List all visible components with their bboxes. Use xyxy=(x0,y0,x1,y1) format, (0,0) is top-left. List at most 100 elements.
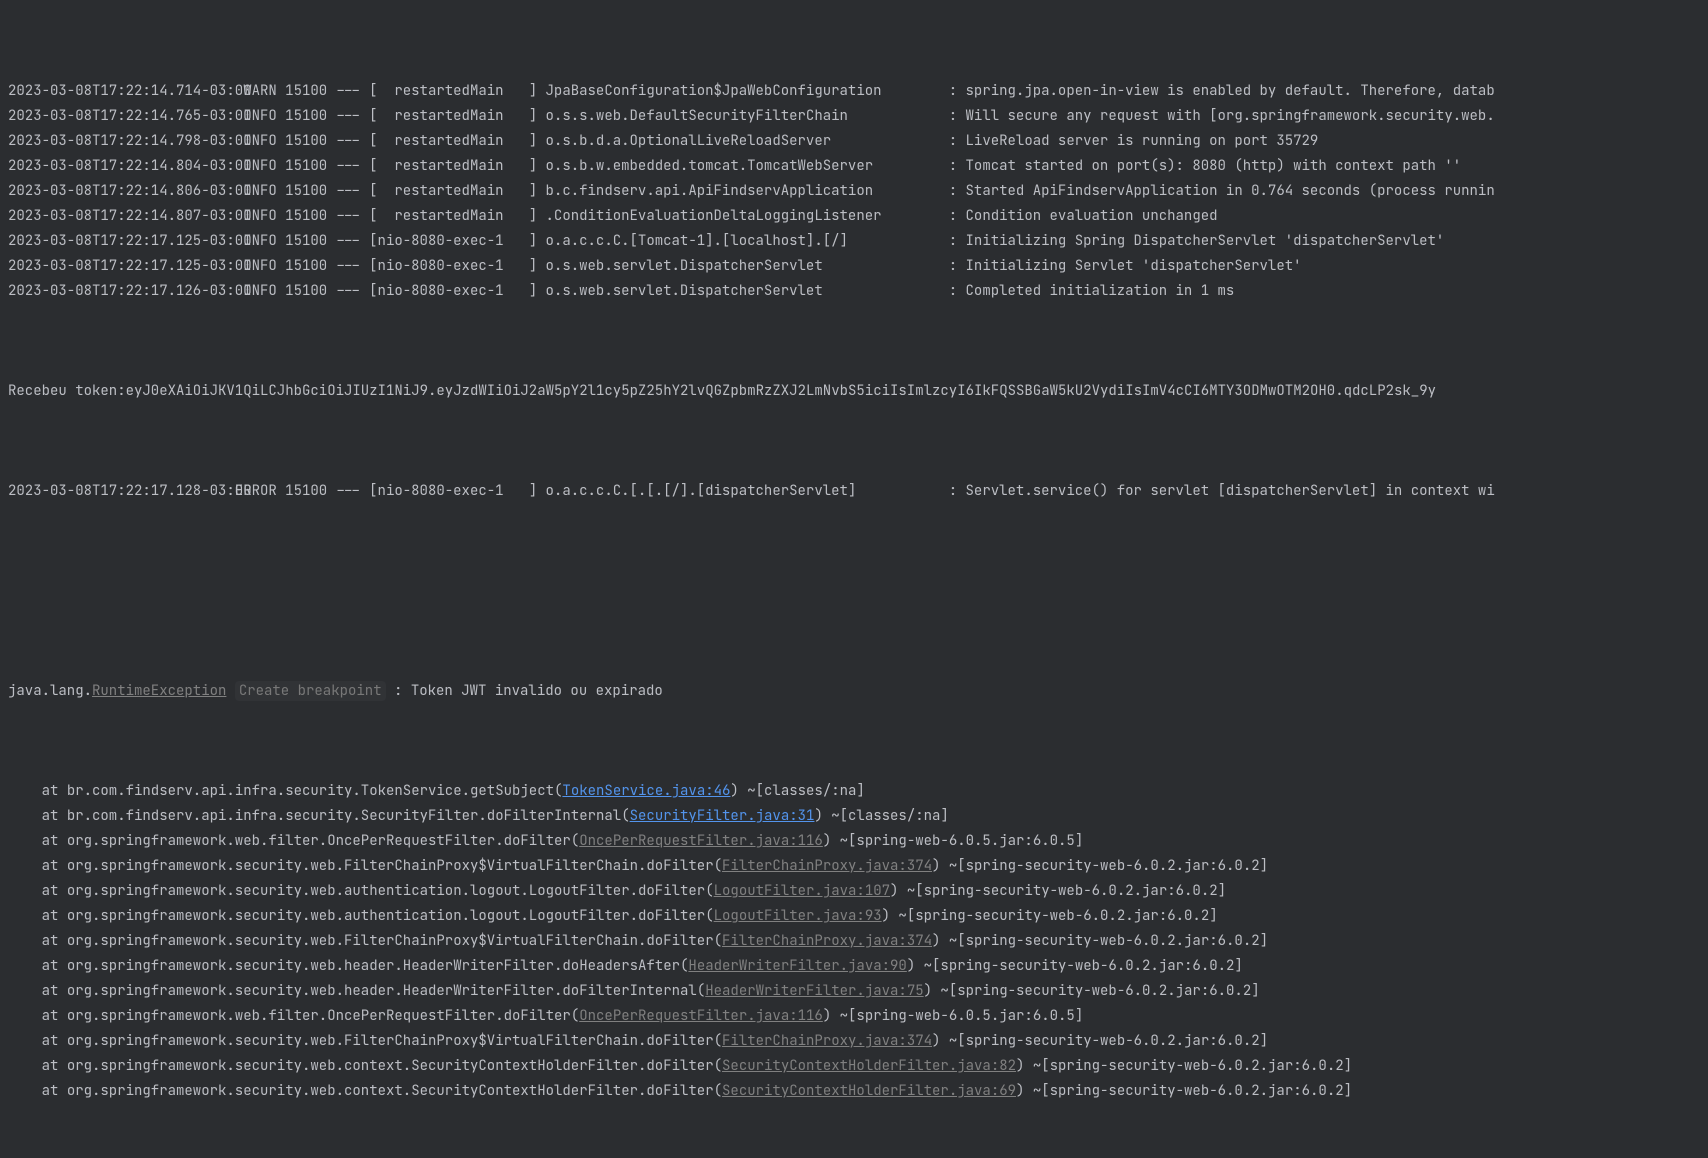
stack-source-link[interactable]: LogoutFilter.java:107 xyxy=(714,882,890,900)
log-pid: 15100 xyxy=(277,179,327,204)
log-bracket-open: [ xyxy=(369,479,377,504)
log-thread: restartedMain xyxy=(378,204,529,229)
stack-after: ) ~[classes/:na] xyxy=(730,782,864,800)
log-thread: restartedMain xyxy=(378,129,529,154)
stack-source-link[interactable]: FilterChainProxy.java:374 xyxy=(722,932,932,950)
log-bracket-close: ] xyxy=(529,254,546,279)
log-logger: o.s.web.servlet.DispatcherServlet xyxy=(546,279,941,304)
stack-frame: at org.springframework.security.web.head… xyxy=(8,979,1700,1004)
stack-frame: at org.springframework.security.web.auth… xyxy=(8,879,1700,904)
log-line-8: 2023-03-08T17:22:17.126-03:00 INFO 15100… xyxy=(8,279,1700,304)
stack-after: ) ~[spring-security-web-6.0.2.jar:6.0.2] xyxy=(890,882,1226,900)
log-timestamp: 2023-03-08T17:22:14.804-03:00 xyxy=(8,154,235,179)
stack-after: ) ~[spring-web-6.0.5.jar:6.0.5] xyxy=(823,1007,1083,1025)
log-bracket-close: ] xyxy=(529,154,546,179)
log-thread: nio-8080-exec-1 xyxy=(378,254,529,279)
log-message: Will secure any request with [org.spring… xyxy=(966,107,1495,125)
stack-after: ) ~[spring-security-web-6.0.2.jar:6.0.2] xyxy=(1016,1082,1352,1100)
log-level: INFO xyxy=(235,104,277,129)
stack-indent: at xyxy=(8,907,67,925)
stack-source-link[interactable]: HeaderWriterFilter.java:75 xyxy=(705,982,923,1000)
log-thread: restartedMain xyxy=(378,104,529,129)
log-line-6: 2023-03-08T17:22:17.125-03:00 INFO 15100… xyxy=(8,229,1700,254)
log-pid: 15100 xyxy=(277,279,327,304)
log-level: INFO xyxy=(235,254,277,279)
log-dashes: --- xyxy=(327,479,369,504)
log-level: ERROR xyxy=(235,479,277,504)
stack-source-link[interactable]: TokenService.java:46 xyxy=(562,782,730,800)
log-pid: 15100 xyxy=(277,254,327,279)
log-sep: : xyxy=(940,129,965,154)
stack-source-link[interactable]: SecurityContextHolderFilter.java:69 xyxy=(722,1082,1016,1100)
log-sep: : xyxy=(940,179,965,204)
log-sep: : xyxy=(940,104,965,129)
log-timestamp: 2023-03-08T17:22:17.125-03:00 xyxy=(8,229,235,254)
log-sep: : xyxy=(940,254,965,279)
stack-method: org.springframework.security.web.FilterC… xyxy=(67,857,722,875)
stack-source-link[interactable]: FilterChainProxy.java:374 xyxy=(722,1032,932,1050)
stack-indent: at xyxy=(8,1057,67,1075)
stack-method: org.springframework.security.web.header.… xyxy=(67,982,705,1000)
log-timestamp: 2023-03-08T17:22:17.126-03:00 xyxy=(8,279,235,304)
exception-prefix: java.lang. xyxy=(8,682,92,700)
stack-indent: at xyxy=(8,982,67,1000)
log-dashes: --- xyxy=(327,254,369,279)
log-thread: restartedMain xyxy=(378,79,529,104)
exception-message: : Token JWT invalido ou expirado xyxy=(394,682,663,700)
create-breakpoint-hint[interactable]: Create breakpoint xyxy=(235,681,386,701)
stack-frame: at org.springframework.security.web.Filt… xyxy=(8,929,1700,954)
log-dashes: --- xyxy=(327,279,369,304)
log-bracket-close: ] xyxy=(529,79,546,104)
log-message: Tomcat started on port(s): 8080 (http) w… xyxy=(966,157,1462,175)
stack-indent: at xyxy=(8,807,67,825)
log-thread: nio-8080-exec-1 xyxy=(378,229,529,254)
stack-source-link[interactable]: SecurityFilter.java:31 xyxy=(630,807,815,825)
stack-method: br.com.findserv.api.infra.security.Token… xyxy=(67,782,563,800)
stack-frame: at org.springframework.web.filter.OncePe… xyxy=(8,1004,1700,1029)
log-message: Completed initialization in 1 ms xyxy=(966,282,1235,300)
log-message: Initializing Spring DispatcherServlet 'd… xyxy=(966,232,1445,250)
stack-after: ) ~[spring-security-web-6.0.2.jar:6.0.2] xyxy=(932,857,1268,875)
log-line-3: 2023-03-08T17:22:14.804-03:00 INFO 15100… xyxy=(8,154,1700,179)
log-dashes: --- xyxy=(327,129,369,154)
log-logger: .ConditionEvaluationDeltaLoggingListener xyxy=(546,204,941,229)
stack-indent: at xyxy=(8,957,67,975)
blank-line xyxy=(8,579,1700,604)
stack-method: org.springframework.security.web.context… xyxy=(67,1057,722,1075)
stack-after: ) ~[spring-security-web-6.0.2.jar:6.0.2] xyxy=(907,957,1243,975)
stack-source-link[interactable]: OncePerRequestFilter.java:116 xyxy=(579,832,823,850)
stack-source-link[interactable]: SecurityContextHolderFilter.java:82 xyxy=(722,1057,1016,1075)
stack-source-link[interactable]: OncePerRequestFilter.java:116 xyxy=(579,1007,823,1025)
stack-indent: at xyxy=(8,1082,67,1100)
log-bracket-open: [ xyxy=(369,154,377,179)
log-level: INFO xyxy=(235,179,277,204)
log-logger: JpaBaseConfiguration$JpaWebConfiguration xyxy=(546,79,941,104)
log-bracket-close: ] xyxy=(529,204,546,229)
log-bracket-close: ] xyxy=(529,104,546,129)
exception-class-link[interactable]: RuntimeException xyxy=(92,682,226,700)
log-dashes: --- xyxy=(327,104,369,129)
stack-frame: at br.com.findserv.api.infra.security.To… xyxy=(8,779,1700,804)
log-line-7: 2023-03-08T17:22:17.125-03:00 INFO 15100… xyxy=(8,254,1700,279)
stack-source-link[interactable]: LogoutFilter.java:93 xyxy=(714,907,882,925)
console-output[interactable]: 2023-03-08T17:22:14.714-03:00 WARN 15100… xyxy=(0,0,1708,1158)
log-timestamp: 2023-03-08T17:22:17.128-03:00 xyxy=(8,479,235,504)
exception-header: java.lang.RuntimeException Create breakp… xyxy=(8,679,1700,704)
log-message: LiveReload server is running on port 357… xyxy=(966,132,1319,150)
log-bracket-open: [ xyxy=(369,104,377,129)
stack-indent: at xyxy=(8,882,67,900)
stack-frame: at org.springframework.security.web.auth… xyxy=(8,904,1700,929)
log-sep: : xyxy=(940,279,965,304)
stack-frame: at org.springframework.security.web.head… xyxy=(8,954,1700,979)
stack-method: org.springframework.security.web.header.… xyxy=(67,957,689,975)
log-level: INFO xyxy=(235,154,277,179)
log-bracket-open: [ xyxy=(369,129,377,154)
stack-source-link[interactable]: FilterChainProxy.java:374 xyxy=(722,857,932,875)
log-line-0: 2023-03-08T17:22:14.714-03:00 WARN 15100… xyxy=(8,79,1700,104)
log-timestamp: 2023-03-08T17:22:14.765-03:00 xyxy=(8,104,235,129)
stack-after: ) ~[spring-web-6.0.5.jar:6.0.5] xyxy=(823,832,1083,850)
log-logger: o.a.c.c.C.[Tomcat-1].[localhost].[/] xyxy=(546,229,941,254)
log-timestamp: 2023-03-08T17:22:17.125-03:00 xyxy=(8,254,235,279)
stack-after: ) ~[spring-security-web-6.0.2.jar:6.0.2] xyxy=(932,1032,1268,1050)
stack-source-link[interactable]: HeaderWriterFilter.java:90 xyxy=(688,957,906,975)
